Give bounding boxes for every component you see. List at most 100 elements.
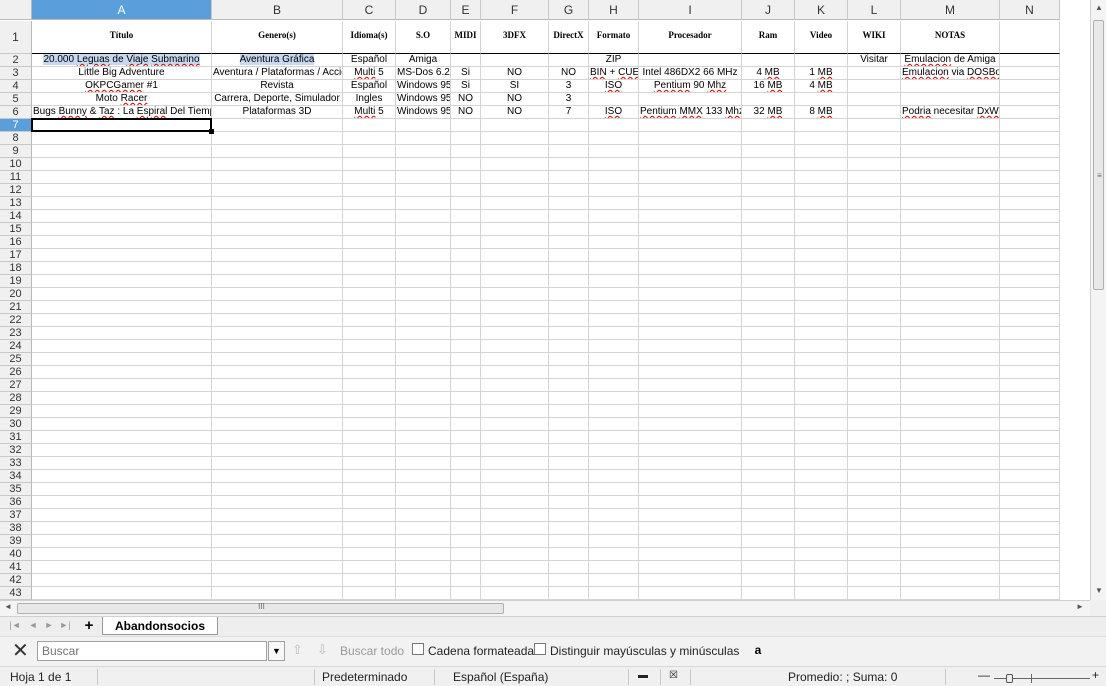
cell-a37[interactable] (32, 509, 212, 522)
cell-n40[interactable] (1000, 548, 1060, 561)
cell-h2[interactable]: ZIP (589, 54, 639, 67)
cell-g33[interactable] (549, 457, 589, 470)
cell-l33[interactable] (848, 457, 901, 470)
cell-b12[interactable] (212, 184, 343, 197)
row-header-18[interactable]: 18 (0, 262, 32, 275)
cell-l26[interactable] (848, 366, 901, 379)
cell-f25[interactable] (481, 353, 549, 366)
cell-n15[interactable] (1000, 223, 1060, 236)
cell-g26[interactable] (549, 366, 589, 379)
cell-g30[interactable] (549, 418, 589, 431)
row-header-23[interactable]: 23 (0, 327, 32, 340)
find-previous-icon[interactable]: ⇧ (292, 642, 303, 658)
spreadsheet-grid[interactable]: ABCDEFGHIJKLMN 1 2 3 4 5 6 7 8 9 10 11 12 13 14 15 16 17… (0, 0, 1090, 600)
cell-a10[interactable] (32, 158, 212, 171)
row-header-37[interactable]: 37 (0, 509, 32, 522)
cell-g40[interactable] (549, 548, 589, 561)
cell-k15[interactable] (795, 223, 848, 236)
cell-d21[interactable] (396, 301, 451, 314)
cell-n3[interactable] (1000, 67, 1060, 80)
cell-g9[interactable] (549, 145, 589, 158)
header-cell-e[interactable]: MIDI (451, 21, 481, 54)
cell-c27[interactable] (343, 379, 396, 392)
cell-l20[interactable] (848, 288, 901, 301)
cell-m14[interactable] (901, 210, 1000, 223)
cell-k32[interactable] (795, 444, 848, 457)
cell-k5[interactable] (795, 93, 848, 106)
cell-m22[interactable] (901, 314, 1000, 327)
row-header-33[interactable]: 33 (0, 457, 32, 470)
row-header-13[interactable]: 13 (0, 197, 32, 210)
cell-g41[interactable] (549, 561, 589, 574)
cell-f21[interactable] (481, 301, 549, 314)
cell-j9[interactable] (742, 145, 795, 158)
cell-a23[interactable] (32, 327, 212, 340)
cell-e40[interactable] (451, 548, 481, 561)
cell-g4[interactable]: 3 (549, 80, 589, 93)
find-replace-icon[interactable]: a (749, 641, 767, 659)
column-header-k[interactable]: K (795, 0, 848, 20)
cell-d19[interactable] (396, 275, 451, 288)
cell-f43[interactable] (481, 587, 549, 600)
cell-c15[interactable] (343, 223, 396, 236)
cell-i12[interactable] (639, 184, 742, 197)
cell-e29[interactable] (451, 405, 481, 418)
cell-i28[interactable] (639, 392, 742, 405)
cell-b11[interactable] (212, 171, 343, 184)
cell-c9[interactable] (343, 145, 396, 158)
cell-k3[interactable]: 1 MB (795, 67, 848, 80)
row-header-31[interactable]: 31 (0, 431, 32, 444)
cell-n14[interactable] (1000, 210, 1060, 223)
cell-n7[interactable] (1000, 119, 1060, 132)
cell-a32[interactable] (32, 444, 212, 457)
cell-b40[interactable] (212, 548, 343, 561)
cell-f8[interactable] (481, 132, 549, 145)
row-header-26[interactable]: 26 (0, 366, 32, 379)
cell-c20[interactable] (343, 288, 396, 301)
cell-n30[interactable] (1000, 418, 1060, 431)
language[interactable]: Español (España) (453, 670, 548, 684)
cell-g36[interactable] (549, 496, 589, 509)
row-header-12[interactable]: 12 (0, 184, 32, 197)
cell-e35[interactable] (451, 483, 481, 496)
cell-d43[interactable] (396, 587, 451, 600)
cell-k14[interactable] (795, 210, 848, 223)
cell-m9[interactable] (901, 145, 1000, 158)
cell-g21[interactable] (549, 301, 589, 314)
cell-l43[interactable] (848, 587, 901, 600)
cell-c16[interactable] (343, 236, 396, 249)
cell-b20[interactable] (212, 288, 343, 301)
cell-f32[interactable] (481, 444, 549, 457)
cell-a9[interactable] (32, 145, 212, 158)
cell-b38[interactable] (212, 522, 343, 535)
cell-d26[interactable] (396, 366, 451, 379)
row-header-27[interactable]: 27 (0, 379, 32, 392)
cell-b5[interactable]: Carrera, Deporte, Simulador (212, 93, 343, 106)
cell-b3[interactable]: Aventura / Plataformas / Acción (212, 67, 343, 80)
cell-n42[interactable] (1000, 574, 1060, 587)
cell-l4[interactable] (848, 80, 901, 93)
cell-i21[interactable] (639, 301, 742, 314)
cell-f40[interactable] (481, 548, 549, 561)
column-header-h[interactable]: H (589, 0, 639, 20)
column-header-j[interactable]: J (742, 0, 795, 20)
first-sheet-icon[interactable]: |◄ (8, 620, 22, 630)
cell-m43[interactable] (901, 587, 1000, 600)
cell-j23[interactable] (742, 327, 795, 340)
cell-g11[interactable] (549, 171, 589, 184)
cell-i40[interactable] (639, 548, 742, 561)
cell-a18[interactable] (32, 262, 212, 275)
cell-j13[interactable] (742, 197, 795, 210)
cell-b6[interactable]: Plataformas 3D (212, 106, 343, 119)
cell-f28[interactable] (481, 392, 549, 405)
cell-k11[interactable] (795, 171, 848, 184)
cell-j33[interactable] (742, 457, 795, 470)
cell-d28[interactable] (396, 392, 451, 405)
cell-b4[interactable]: Revista (212, 80, 343, 93)
cell-k31[interactable] (795, 431, 848, 444)
cell-a20[interactable] (32, 288, 212, 301)
cell-b8[interactable] (212, 132, 343, 145)
cell-h5[interactable] (589, 93, 639, 106)
cell-k16[interactable] (795, 236, 848, 249)
cell-k8[interactable] (795, 132, 848, 145)
